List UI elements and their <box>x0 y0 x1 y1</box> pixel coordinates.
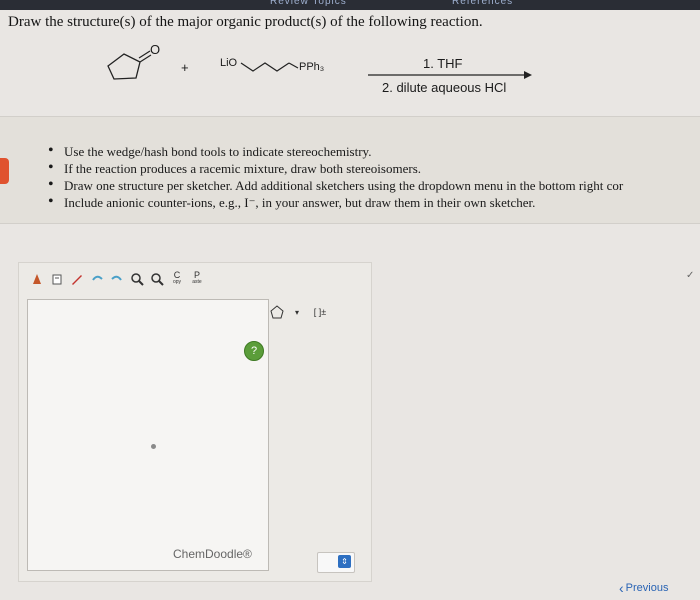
sketcher-canvas[interactable]: ? ChemDoodle® <box>27 299 269 571</box>
carbonyl-oxygen-label: O <box>150 42 161 57</box>
alkyl-chain <box>240 62 290 72</box>
pencil-tool-icon[interactable] <box>69 271 85 287</box>
copy-sub-label: opy <box>172 279 182 285</box>
copy-button[interactable]: C opy <box>169 271 185 287</box>
zoom-in-icon[interactable] <box>129 271 145 287</box>
copy-label: C <box>173 270 181 280</box>
paste-label: P <box>193 270 200 280</box>
top-nav-bar: Review Topics References <box>0 0 700 10</box>
condition-step-2: 2. dilute aqueous HCl <box>382 80 507 95</box>
instruction-item: Include anionic counter-ions, e.g., I⁻, … <box>48 193 623 211</box>
undo-icon[interactable] <box>89 271 105 287</box>
sketcher-toolbar-top: C opy P aste <box>29 269 205 289</box>
erase-tool-icon[interactable] <box>49 271 65 287</box>
condition-step-1: 1. THF <box>423 56 463 71</box>
help-button[interactable]: ? <box>244 341 264 361</box>
question-prompt: Draw the structure(s) of the major organ… <box>8 14 483 30</box>
previous-link[interactable]: ‹ Previous <box>619 580 668 596</box>
zoom-out-icon[interactable] <box>149 271 165 287</box>
previous-label: Previous <box>625 582 669 594</box>
plus-sign: + <box>181 60 189 75</box>
redo-icon[interactable] <box>109 271 125 287</box>
chemdoodle-sketcher: C opy P aste C▾ ⊕▾ ▾ <box>18 262 372 582</box>
add-sketcher-dropdown[interactable]: ⇕ <box>317 552 355 573</box>
paste-button[interactable]: P aste <box>189 271 205 287</box>
instruction-item: Draw one structure per sketcher. Add add… <box>48 176 623 194</box>
instruction-item: Use the wedge/hash bond tools to indicat… <box>48 142 623 160</box>
nav-review-topics-tab[interactable]: Review Topics <box>270 0 347 8</box>
reaction-drawing <box>107 50 532 80</box>
reaction-scheme: O + LiO PPh₃ 1. THF 2. dilute aqueous HC… <box>0 36 700 116</box>
side-tab-handle[interactable] <box>0 158 9 184</box>
paste-sub-label: aste <box>192 279 202 285</box>
chevron-left-icon: ‹ <box>619 580 624 596</box>
triphenylphosphine-label: PPh₃ <box>299 61 325 73</box>
clear-tool-icon[interactable] <box>29 271 45 287</box>
instructions-list: Use the wedge/hash bond tools to indicat… <box>48 142 623 211</box>
chain-to-p-bond <box>288 62 299 69</box>
updown-arrows-icon: ⇕ <box>338 555 351 568</box>
cyclopentane-ring <box>107 53 141 80</box>
canvas-point <box>151 444 156 449</box>
instructions-panel: Use the wedge/hash bond tools to indicat… <box>0 116 700 224</box>
cursor-mark: ✓ <box>686 270 695 281</box>
reaction-arrowhead <box>524 71 532 79</box>
instruction-item: If the reaction produces a racemic mixtu… <box>48 159 623 177</box>
template-brackets-icon[interactable]: [ ]± <box>309 304 331 320</box>
lithium-alkoxide-label: LiO <box>220 57 238 69</box>
chemdoodle-branding: ChemDoodle® <box>173 547 252 561</box>
ring-options-dropdown-icon[interactable]: ▾ <box>289 304 305 320</box>
nav-references-tab[interactable]: References <box>452 0 513 8</box>
pentagon-ring-icon[interactable] <box>269 304 285 320</box>
